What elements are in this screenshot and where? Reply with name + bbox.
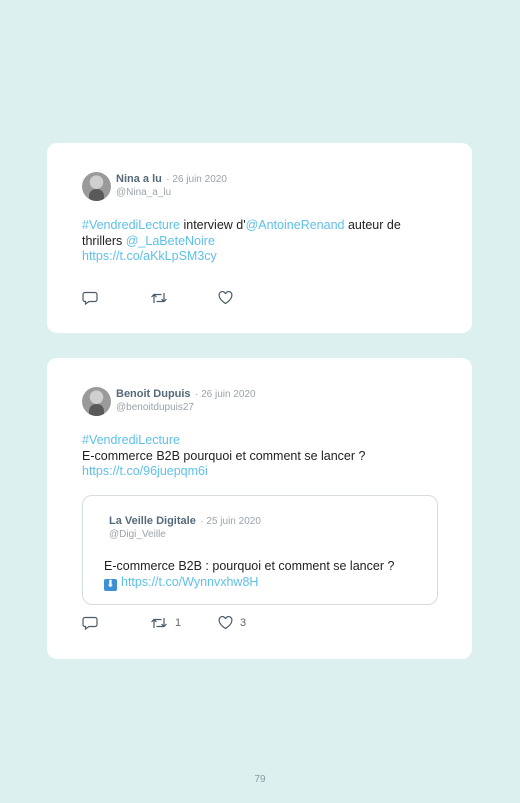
reply-button[interactable]	[82, 616, 150, 630]
reply-button[interactable]	[82, 291, 150, 305]
tweet-actions	[82, 291, 233, 305]
tweet-text: #VendrediLecture E-commerce B2B pourquoi…	[82, 433, 442, 480]
like-count: 3	[240, 617, 247, 629]
quoted-tweet[interactable]: La Veille Digitale · 25 juin 2020 @Digi_…	[82, 495, 438, 605]
author-handle[interactable]: @Nina_a_lu	[116, 186, 227, 199]
text-line: E-commerce B2B pourquoi et comment se la…	[82, 448, 366, 463]
avatar[interactable]	[82, 387, 111, 416]
like-button[interactable]: 3	[218, 616, 246, 630]
like-button[interactable]	[218, 291, 233, 305]
tweet-date[interactable]: · 26 juin 2020	[195, 389, 256, 400]
hashtag-link[interactable]: #VendrediLecture	[82, 218, 180, 232]
page-number: 79	[254, 774, 266, 785]
tweet-actions: 1 3	[82, 616, 246, 630]
like-icon	[218, 616, 233, 630]
like-icon	[218, 291, 233, 305]
url-link[interactable]: https://t.co/aKkLpSM3cy	[82, 249, 217, 263]
hashtag-link[interactable]: #VendrediLecture	[82, 433, 180, 447]
tweet-card-nina: Nina a lu · 26 juin 2020 @Nina_a_lu #Ven…	[47, 143, 472, 333]
retweet-button[interactable]: 1	[150, 616, 218, 630]
quoted-header: La Veille Digitale · 25 juin 2020 @Digi_…	[109, 513, 261, 541]
quoted-url-link[interactable]: https://t.co/Wynnvxhw8H	[121, 575, 258, 589]
tweet-header: Benoit Dupuis · 26 juin 2020 @benoitdupu…	[82, 386, 256, 416]
tweet-date[interactable]: · 26 juin 2020	[166, 174, 227, 185]
tweet-header: Nina a lu · 26 juin 2020 @Nina_a_lu	[82, 171, 227, 201]
retweet-icon	[151, 293, 167, 303]
reply-icon	[82, 291, 98, 305]
quoted-handle[interactable]: @Digi_Veille	[109, 528, 261, 541]
quoted-text: E-commerce B2B : pourquoi et comment se …	[104, 559, 394, 591]
retweet-count: 1	[175, 617, 182, 629]
url-link[interactable]: https://t.co/96juepqm6i	[82, 464, 208, 478]
mention-link[interactable]: @AntoineRenand	[246, 218, 345, 232]
author-name[interactable]: Nina a lu	[116, 173, 162, 185]
tweet-text: #VendrediLecture interview d'@AntoineRen…	[82, 218, 442, 265]
text-segment: interview d'	[180, 218, 246, 232]
reply-icon	[82, 616, 98, 630]
retweet-icon	[151, 618, 167, 628]
quoted-text-line: E-commerce B2B : pourquoi et comment se …	[104, 559, 395, 573]
quoted-date[interactable]: · 25 juin 2020	[200, 516, 261, 527]
retweet-button[interactable]	[150, 291, 218, 305]
tweet-card-benoit: Benoit Dupuis · 26 juin 2020 @benoitdupu…	[47, 358, 472, 659]
mention-link[interactable]: @_LaBeteNoire	[126, 234, 215, 248]
author-handle[interactable]: @benoitdupuis27	[116, 401, 256, 414]
avatar[interactable]	[82, 172, 111, 201]
down-arrow-icon: ⬇	[104, 578, 117, 591]
author-name[interactable]: Benoit Dupuis	[116, 388, 191, 400]
quoted-author-name[interactable]: La Veille Digitale	[109, 515, 196, 527]
